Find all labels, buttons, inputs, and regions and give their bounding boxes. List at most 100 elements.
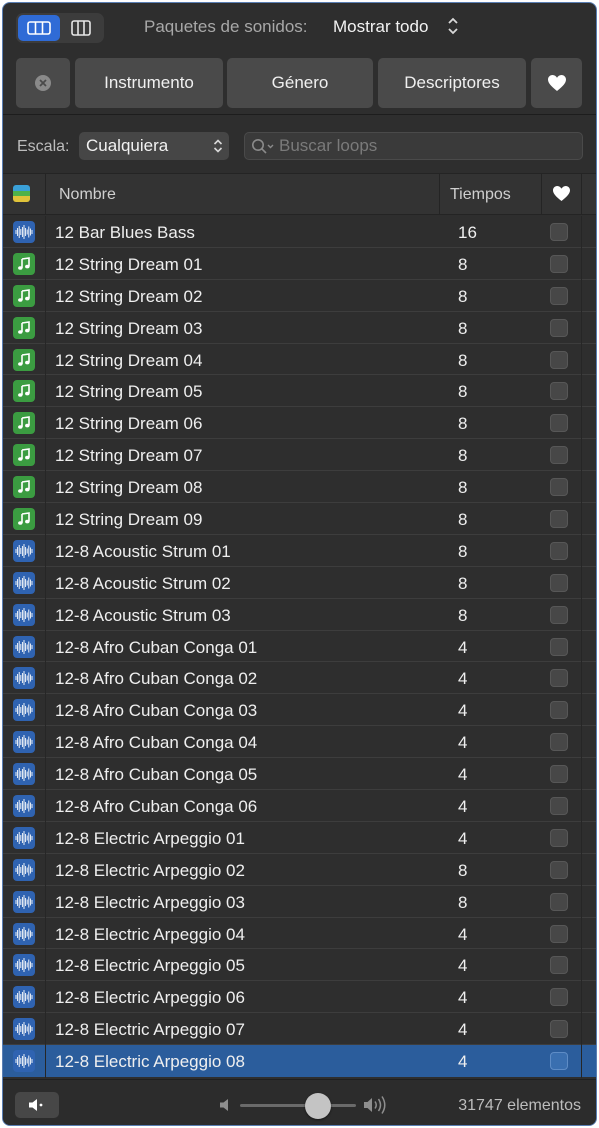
midi-loop-icon — [13, 380, 35, 403]
scale-select[interactable]: Cualquiera — [79, 132, 229, 160]
favorites-filter-button[interactable] — [531, 58, 582, 108]
loop-beats: 4 — [458, 637, 468, 657]
favorite-checkbox[interactable] — [550, 350, 568, 369]
midi-loop-icon — [13, 252, 35, 275]
heart-icon[interactable] — [552, 185, 571, 202]
midi-loop-icon — [13, 476, 35, 499]
favorite-checkbox[interactable] — [550, 541, 568, 560]
sound-packs-select[interactable]: Mostrar todo — [333, 17, 428, 37]
table-row[interactable]: 12 String Dream 08 8 — [3, 471, 596, 504]
favorite-checkbox[interactable] — [550, 860, 568, 879]
clear-circle-icon — [35, 75, 51, 91]
loop-beats: 4 — [458, 797, 468, 817]
loop-beats: 8 — [458, 446, 468, 466]
audio-loop-icon — [13, 731, 35, 754]
loop-beats: 4 — [458, 669, 468, 689]
table-row[interactable]: 12-8 Afro Cuban Conga 02 4 — [3, 662, 596, 695]
beats-column-header[interactable]: Tiempos — [450, 186, 511, 204]
favorite-checkbox[interactable] — [550, 637, 568, 656]
name-column-header[interactable]: Nombre — [59, 186, 116, 204]
favorite-checkbox[interactable] — [550, 573, 568, 592]
table-row[interactable]: 12-8 Afro Cuban Conga 06 4 — [3, 790, 596, 822]
speaker-icon — [29, 1099, 43, 1111]
favorite-checkbox[interactable] — [550, 510, 568, 529]
view-mode-segmented-control — [16, 13, 104, 43]
filter-buttons: Instrumento Género Descriptores — [16, 58, 589, 112]
table-row[interactable]: 12-8 Afro Cuban Conga 05 4 — [3, 758, 596, 791]
volume-slider-thumb[interactable] — [305, 1093, 331, 1119]
table-row[interactable]: 12 String Dream 04 8 — [3, 344, 596, 376]
table-row[interactable]: 12-8 Electric Arpeggio 08 4 — [3, 1045, 596, 1078]
favorite-checkbox[interactable] — [550, 701, 568, 720]
table-row[interactable]: 12 String Dream 05 8 — [3, 375, 596, 408]
favorite-checkbox[interactable] — [550, 478, 568, 497]
column-view-toggle[interactable] — [60, 15, 102, 41]
volume-low-icon — [220, 1099, 228, 1111]
table-row[interactable]: 12 String Dream 03 8 — [3, 312, 596, 344]
table-row[interactable]: 12-8 Electric Arpeggio 02 8 — [3, 854, 596, 886]
volume-slider-track[interactable] — [240, 1104, 356, 1107]
search-input[interactable] — [279, 136, 569, 156]
favorite-checkbox[interactable] — [550, 382, 568, 401]
loop-beats: 8 — [458, 382, 468, 402]
favorite-checkbox[interactable] — [550, 605, 568, 624]
favorite-checkbox[interactable] — [550, 956, 568, 975]
sound-packs-label: Paquetes de sonidos: — [144, 17, 308, 36]
favorite-checkbox[interactable] — [550, 318, 568, 337]
up-down-chevron-icon[interactable] — [447, 15, 459, 37]
favorite-checkbox[interactable] — [550, 828, 568, 847]
table-row[interactable]: 12-8 Electric Arpeggio 04 4 — [3, 918, 596, 950]
favorite-checkbox[interactable] — [550, 797, 568, 816]
preview-speaker-button[interactable] — [15, 1092, 59, 1118]
table-row[interactable]: 12 String Dream 06 8 — [3, 407, 596, 440]
loop-name: 12-8 Afro Cuban Conga 06 — [55, 797, 258, 817]
column-view-icon — [71, 20, 91, 36]
table-row[interactable]: 12-8 Electric Arpeggio 06 4 — [3, 981, 596, 1014]
descriptors-filter-button[interactable]: Descriptores — [378, 58, 526, 108]
audio-loop-icon — [13, 667, 35, 690]
favorite-checkbox[interactable] — [550, 733, 568, 752]
table-row[interactable]: 12-8 Electric Arpeggio 03 8 — [3, 886, 596, 918]
loop-type-column-icon[interactable] — [13, 185, 30, 202]
table-row[interactable]: 12 String Dream 09 8 — [3, 503, 596, 535]
clear-filters-button[interactable] — [16, 58, 70, 108]
favorite-checkbox[interactable] — [550, 765, 568, 784]
table-row[interactable]: 12-8 Electric Arpeggio 05 4 — [3, 949, 596, 982]
table-row[interactable]: 12-8 Afro Cuban Conga 04 4 — [3, 726, 596, 759]
loop-browser-panel: Paquetes de sonidos: Mostrar todo Instru… — [2, 2, 597, 1126]
favorite-checkbox[interactable] — [550, 1052, 568, 1071]
table-row[interactable]: 12-8 Afro Cuban Conga 03 4 — [3, 694, 596, 727]
favorite-checkbox[interactable] — [550, 1020, 568, 1039]
table-row[interactable]: 12-8 Acoustic Strum 01 8 — [3, 535, 596, 567]
instrument-filter-button[interactable]: Instrumento — [75, 58, 223, 108]
favorite-checkbox[interactable] — [550, 669, 568, 688]
loop-beats: 8 — [458, 478, 468, 498]
table-row[interactable]: 12-8 Acoustic Strum 03 8 — [3, 599, 596, 631]
loop-beats: 4 — [458, 1020, 468, 1040]
loop-name: 12-8 Acoustic Strum 01 — [55, 541, 231, 561]
table-row[interactable]: 12 String Dream 07 8 — [3, 439, 596, 472]
table-row[interactable]: 12-8 Acoustic Strum 02 8 — [3, 567, 596, 599]
favorite-checkbox[interactable] — [550, 924, 568, 943]
button-view-toggle[interactable] — [18, 15, 60, 41]
loop-beats: 8 — [458, 541, 468, 561]
favorite-checkbox[interactable] — [550, 446, 568, 465]
table-row[interactable]: 12 Bar Blues Bass 16 — [3, 216, 596, 248]
loop-name: 12 Bar Blues Bass — [55, 223, 195, 242]
table-row[interactable]: 12-8 Electric Arpeggio 07 4 — [3, 1013, 596, 1046]
favorite-checkbox[interactable] — [550, 286, 568, 305]
favorite-checkbox[interactable] — [550, 988, 568, 1007]
loop-name: 12-8 Afro Cuban Conga 02 — [55, 669, 258, 689]
table-row[interactable]: 12 String Dream 02 8 — [3, 280, 596, 312]
favorite-checkbox[interactable] — [550, 223, 568, 241]
scale-value: Cualquiera — [86, 136, 169, 155]
favorite-checkbox[interactable] — [550, 414, 568, 433]
favorite-checkbox[interactable] — [550, 254, 568, 273]
table-row[interactable]: 12-8 Electric Arpeggio 01 4 — [3, 822, 596, 854]
genre-filter-button[interactable]: Género — [227, 58, 373, 108]
favorite-checkbox[interactable] — [550, 892, 568, 911]
loop-list: 12 Bar Blues Bass 16 12 String Dream 01 8 12… — [3, 216, 596, 1078]
search-icon[interactable] — [251, 138, 277, 156]
table-row[interactable]: 12 String Dream 01 8 — [3, 248, 596, 280]
table-row[interactable]: 12-8 Afro Cuban Conga 01 4 — [3, 631, 596, 663]
